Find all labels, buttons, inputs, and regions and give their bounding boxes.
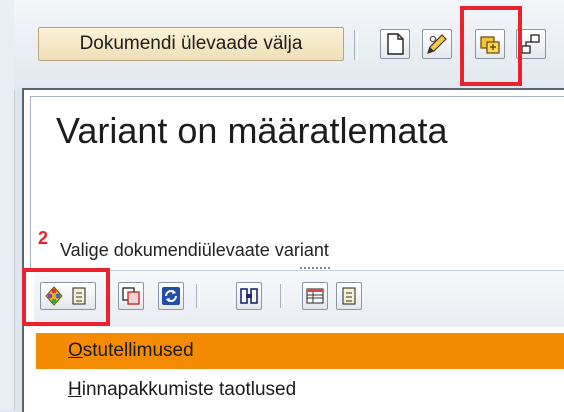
- document-flow-icon[interactable]: [516, 29, 546, 59]
- list-item[interactable]: Ostutellimused: [36, 333, 564, 369]
- toolbar-separator: [354, 30, 358, 60]
- variant-selection-icon[interactable]: [40, 282, 96, 310]
- details-icon[interactable]: [336, 282, 362, 310]
- document-overview-toggle-button[interactable]: Dokumendi ülevaade välja: [38, 27, 344, 61]
- left-frame-strip: [0, 0, 15, 410]
- marker-2: 2: [38, 228, 49, 248]
- layout-icon[interactable]: [302, 282, 328, 310]
- toolbar-grip-handle[interactable]: [300, 267, 330, 273]
- list-item-label: Ostutellimused: [68, 340, 194, 361]
- edit-pencil-icon[interactable]: [422, 29, 452, 59]
- find-icon[interactable]: [236, 282, 262, 310]
- list-item[interactable]: Hinnapakkumiste taotlused: [36, 372, 564, 408]
- variant-undefined-title: Variant on määratlemata: [56, 110, 448, 151]
- copy-icon[interactable]: [118, 282, 144, 310]
- panel-toolbar-separator: [280, 284, 284, 308]
- select-variant-icon[interactable]: [475, 29, 505, 59]
- variant-hint-text: Valige dokumendiülevaate variant: [60, 240, 329, 260]
- panel-toolbar: [34, 270, 564, 327]
- list-item-label: Hinnapakkumiste taotlused: [68, 379, 297, 400]
- refresh-icon[interactable]: [158, 282, 184, 310]
- panel-toolbar-separator: [196, 284, 200, 308]
- new-document-icon[interactable]: [380, 29, 410, 59]
